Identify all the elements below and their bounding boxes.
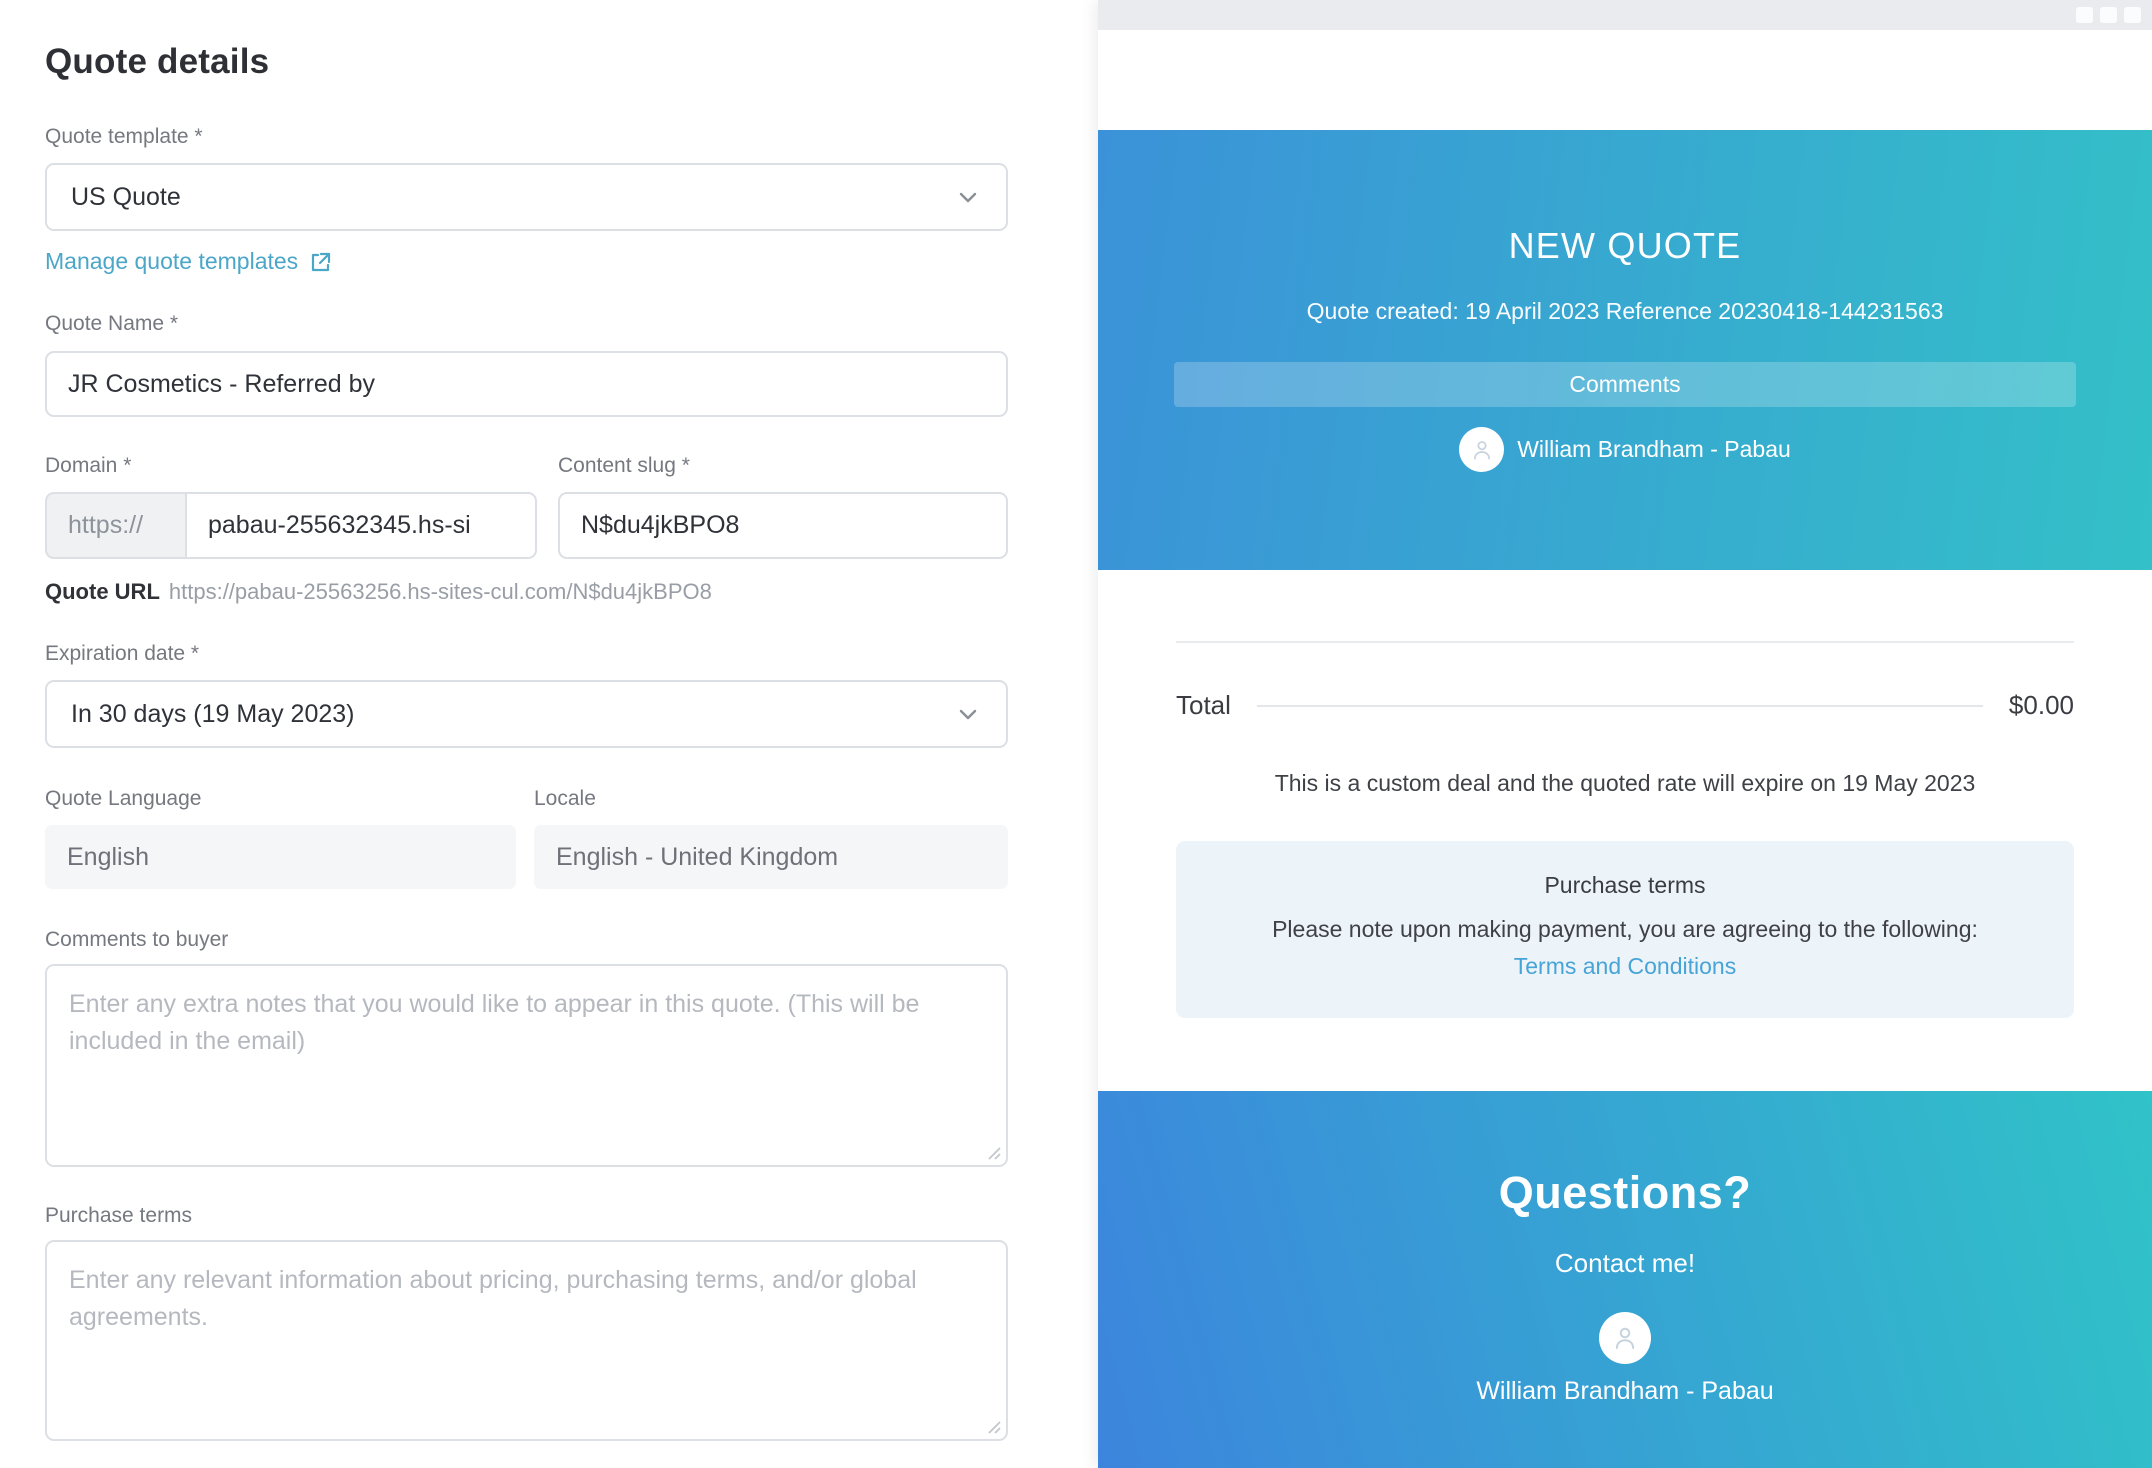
section-divider xyxy=(1176,641,2074,643)
quote-details-form: Quote details Quote template * US Quote … xyxy=(45,0,1008,1441)
https-protocol-prefix: https:// xyxy=(45,492,185,559)
chevron-down-icon xyxy=(959,709,977,720)
total-label: Total xyxy=(1176,690,1231,720)
quote-template-select[interactable]: US Quote xyxy=(45,163,1008,231)
expiration-date-value: In 30 days (19 May 2023) xyxy=(71,699,355,728)
domain-slug-row: https:// xyxy=(45,492,1008,559)
language-locale-row: English English - United Kingdom xyxy=(45,825,1008,889)
content-slug-input[interactable] xyxy=(558,492,1008,559)
locale-label: Locale xyxy=(534,787,596,810)
locale-field: English - United Kingdom xyxy=(534,825,1008,889)
quote-url-value: https://pabau-25563256.hs-sites-cul.com/… xyxy=(168,579,712,604)
language-locale-labels: Quote Language Locale xyxy=(45,787,1008,811)
quote-template-label: Quote template * xyxy=(45,125,203,148)
quote-language-label: Quote Language xyxy=(45,787,202,810)
total-amount: $0.00 xyxy=(2008,690,2074,720)
quote-name-input[interactable] xyxy=(45,351,1008,417)
content-slug-label: Content slug * xyxy=(558,454,690,477)
custom-deal-note: This is a custom deal and the quoted rat… xyxy=(1274,770,1976,796)
quote-hero-banner: NEW QUOTE Quote created: 19 April 2023 R… xyxy=(1098,130,2152,570)
quote-url-label: Quote URL xyxy=(45,579,160,604)
chevron-down-icon xyxy=(959,192,977,203)
window-control-icon xyxy=(2076,7,2093,23)
quote-language-field: English xyxy=(45,825,516,889)
domain-slug-labels: Domain * Content slug * xyxy=(45,454,1008,478)
avatar xyxy=(1459,427,1505,472)
comments-to-buyer-label: Comments to buyer xyxy=(45,928,229,951)
total-row: Total $0.00 xyxy=(1176,690,2074,721)
purchase-terms-box-note: Please note upon making payment, you are… xyxy=(1272,916,1978,942)
manage-quote-templates-link[interactable]: Manage quote templates xyxy=(45,248,332,275)
expiration-date-label: Expiration date * xyxy=(45,642,200,665)
expiration-date-select[interactable]: In 30 days (19 May 2023) xyxy=(45,680,1008,748)
page-title: Quote details xyxy=(45,42,270,81)
domain-label: Domain * xyxy=(45,454,132,477)
person-icon xyxy=(1473,440,1490,460)
quote-template-value: US Quote xyxy=(71,182,181,211)
footer-owner-name: William Brandham - Pabau xyxy=(1476,1377,1774,1405)
preview-window-bar xyxy=(1098,0,2152,30)
quote-body-section: Total $0.00 This is a custom deal and th… xyxy=(1098,570,2152,1091)
person-icon xyxy=(1615,1327,1635,1349)
manage-quote-templates-label: Manage quote templates xyxy=(45,248,299,274)
resize-handle-icon[interactable] xyxy=(985,1418,1001,1434)
purchase-terms-box: Purchase terms Please note upon making p… xyxy=(1176,841,2074,1018)
avatar xyxy=(1599,1312,1651,1364)
questions-title: Questions? xyxy=(1498,1167,1752,1218)
external-link-icon xyxy=(312,252,331,271)
purchase-terms-textarea[interactable] xyxy=(45,1240,1008,1441)
quote-url-line: Quote URL https://pabau-25563256.hs-sites… xyxy=(45,578,1008,605)
contact-me-text: Contact me! xyxy=(1554,1248,1696,1278)
comments-to-buyer-textarea[interactable] xyxy=(45,964,1008,1167)
terms-and-conditions-link[interactable]: Terms and Conditions xyxy=(1514,953,1736,980)
resize-handle-icon[interactable] xyxy=(985,1144,1001,1160)
quote-created-reference: Quote created: 19 April 2023 Reference 2… xyxy=(1306,298,1944,324)
quote-preview-panel: NEW QUOTE Quote created: 19 April 2023 R… xyxy=(1098,0,2152,1468)
purchase-terms-label: Purchase terms xyxy=(45,1204,193,1227)
window-control-icon xyxy=(2100,7,2117,23)
domain-input[interactable] xyxy=(185,492,537,559)
quote-owner-row: William Brandham - Pabau xyxy=(1098,427,2152,472)
questions-footer-banner: Questions? Contact me! William Brandham … xyxy=(1098,1091,2152,1468)
quote-name-label: Quote Name * xyxy=(45,312,179,335)
total-leader-line xyxy=(1256,704,1983,707)
window-control-icon xyxy=(2124,7,2141,23)
footer-avatar-row xyxy=(1098,1312,2152,1364)
purchase-terms-box-title: Purchase terms xyxy=(1544,872,1706,898)
comments-button[interactable]: Comments xyxy=(1174,362,2076,407)
quote-hero-title: NEW QUOTE xyxy=(1508,225,1742,266)
quote-owner-name: William Brandham - Pabau xyxy=(1517,436,1791,462)
